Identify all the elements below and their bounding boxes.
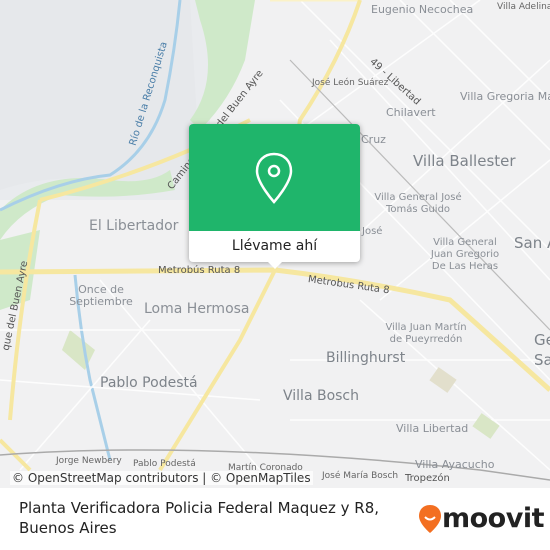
label-cruz: Cruz [361, 133, 386, 146]
label-san-a: San A [514, 234, 550, 252]
location-pin-icon [255, 152, 293, 204]
moovit-pin-icon [419, 504, 441, 533]
label-once-de-septiembre: Once de Septiembre [69, 283, 133, 308]
label-tropezon: Tropezón [405, 473, 450, 485]
label-billinghurst: Billinghurst [326, 350, 406, 366]
moovit-wordmark: moovit [442, 503, 545, 534]
map-attribution[interactable]: © OpenStreetMap contributors | © OpenMap… [10, 471, 313, 485]
label-pablo-podesta: Pablo Podestá [100, 375, 198, 391]
label-villa-gregoria-matorras: Villa Gregoria Matorras [460, 90, 550, 103]
label-eugenio-necochea: Eugenio Necochea [371, 3, 474, 16]
label-villa-ballester: Villa Ballester [413, 152, 516, 170]
place-name: Planta Verificadora Policia Federal Maqu… [19, 499, 380, 537]
label-jose: José [362, 226, 383, 237]
directions-popup[interactable]: Llévame ahí [189, 124, 360, 269]
label-jose-leon-suarez: José León Suárez [312, 78, 389, 88]
label-chilavert: Chilavert [386, 106, 436, 119]
label-villa-juan-martin: Villa Juan Martín de Pueyrredón [385, 322, 467, 345]
label-ge-san: Ge San [534, 331, 550, 369]
label-villa-ayacucho: Villa Ayacucho [415, 458, 495, 471]
take-me-there-button[interactable]: Llévame ahí [189, 231, 360, 262]
label-villa-general-jose-tomas-guido: Villa General José Tomás Guido [374, 192, 462, 215]
label-metrobus-ruta8: Metrobús Ruta 8 [158, 265, 241, 276]
label-jose-maria-bosch: José María Bosch [322, 471, 399, 481]
label-el-libertador: El Libertador [89, 218, 179, 234]
popup-header [189, 124, 360, 231]
label-villa-general-juan-gregorio: Villa General Juan Gregorio De Las Heras [430, 237, 500, 272]
popup-pointer [268, 262, 282, 269]
label-villa-bosch: Villa Bosch [283, 388, 360, 404]
label-pablo-podesta-station: Pablo Podestá [133, 459, 196, 469]
label-loma-hermosa: Loma Hermosa [144, 301, 250, 317]
label-jorge-newbery: Jorge Newbery [56, 456, 122, 466]
moovit-logo[interactable]: moovit [418, 503, 545, 534]
label-villa-libertad: Villa Libertad [396, 422, 469, 435]
map[interactable]: Eugenio Necochea Villa Adelina 49 - Libe… [0, 0, 550, 488]
label-villa-adelina: Villa Adelina [497, 2, 550, 12]
